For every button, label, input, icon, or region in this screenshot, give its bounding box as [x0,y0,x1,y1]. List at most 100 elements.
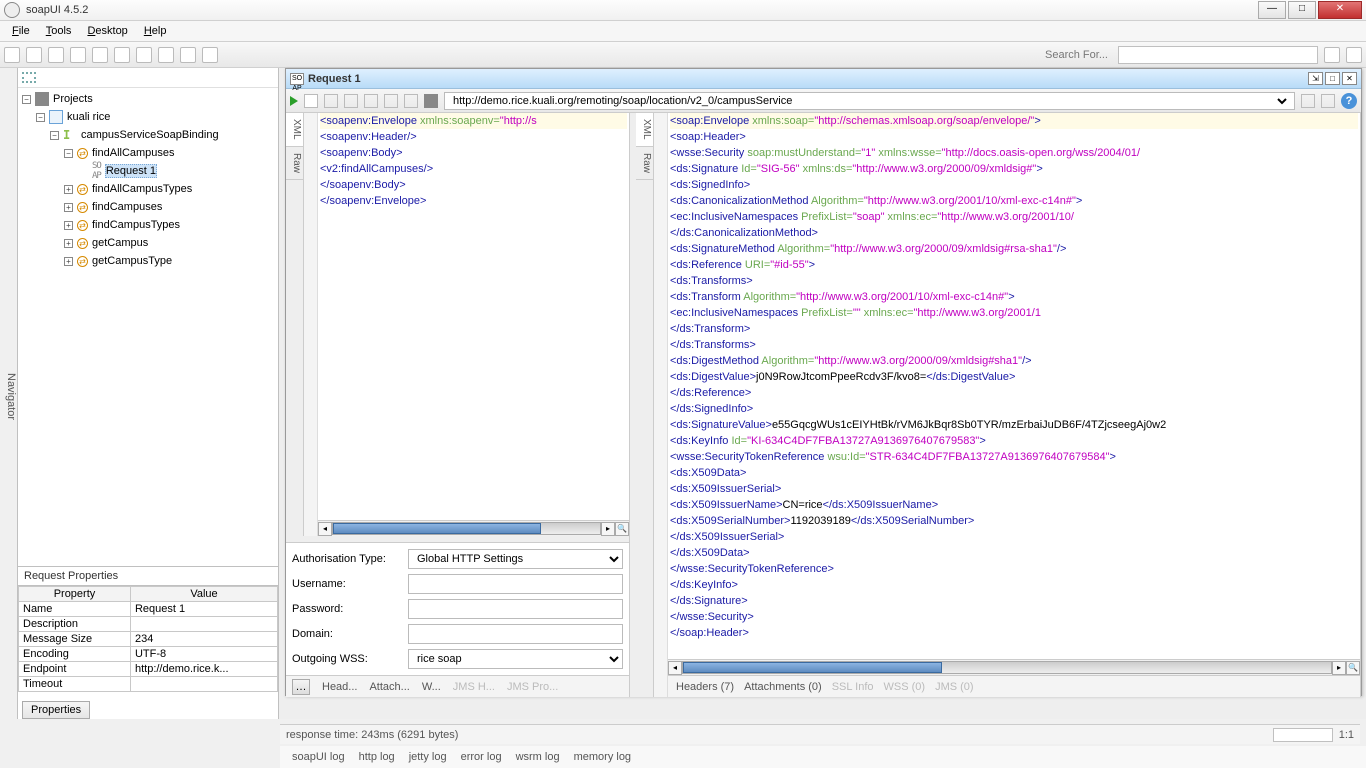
prop-name[interactable]: Description [19,617,131,632]
tree-op-0[interactable]: findAllCampuses [92,147,175,159]
log-tab[interactable]: error log [461,751,502,763]
menu-file[interactable]: File [6,23,36,39]
expand-icon[interactable]: + [64,203,73,212]
response-hscroll[interactable] [682,661,1332,674]
prop-value[interactable] [130,617,277,632]
toolbar-button-8[interactable] [158,47,174,63]
tree-op-3[interactable]: findCampusTypes [92,219,180,231]
prop-name[interactable]: Name [19,602,131,617]
log-tab[interactable]: http log [359,751,395,763]
project-tree[interactable]: −Projects −kuali rice −IcampusServiceSoa… [18,88,278,567]
tab-attachments[interactable]: Attach... [369,681,409,693]
response-tab-xml[interactable]: XML [636,113,653,147]
properties-tab[interactable]: Properties [22,701,90,719]
minimize-button[interactable]: — [1258,1,1286,19]
prop-value[interactable]: UTF-8 [130,647,277,662]
toolbar-button-10[interactable] [202,47,218,63]
close-button[interactable]: ✕ [1318,1,1362,19]
response-editor[interactable]: <soap:Envelope xmlns:soap="http://schema… [668,113,1360,659]
toolbar-button-5[interactable] [92,47,108,63]
prop-name[interactable]: Endpoint [19,662,131,677]
tool-icon-3[interactable] [364,94,378,108]
toolbar-button-2[interactable] [26,47,42,63]
auth-type-select[interactable]: Global HTTP Settings [408,549,623,569]
tab-jms-props[interactable]: JMS Pro... [507,681,558,693]
toolbar-button-4[interactable] [70,47,86,63]
prop-value[interactable]: http://demo.rice.k... [130,662,277,677]
search-go-icon[interactable] [1346,47,1362,63]
toolbar-button-7[interactable] [136,47,152,63]
find-icon[interactable]: 🔍 [615,522,629,536]
menu-help[interactable]: Help [138,23,173,39]
request-tab-xml[interactable]: XML [286,113,303,147]
toolbar-button-3[interactable] [48,47,64,63]
expand-icon[interactable]: − [50,131,59,140]
response-bottom-tab[interactable]: JMS (0) [935,681,974,693]
tree-op-2[interactable]: findCampuses [92,201,162,213]
tab-wsa[interactable]: W... [422,681,441,693]
expand-icon[interactable]: − [36,113,45,122]
maximize-button[interactable]: □ [1288,1,1316,19]
scroll-right-icon[interactable]: ▸ [1332,661,1346,675]
tool-icon-6[interactable] [1301,94,1315,108]
toolbar-button-6[interactable] [114,47,130,63]
request-editor[interactable]: <soapenv:Envelope xmlns:soapenv="http://… [318,113,629,520]
tool-icon-1[interactable] [324,94,338,108]
toolbar-button-9[interactable] [180,47,196,63]
tree-op-4[interactable]: getCampus [92,237,148,249]
log-tab[interactable]: soapUI log [292,751,345,763]
maximize-icon[interactable]: □ [1325,72,1340,85]
request-hscroll[interactable] [332,522,601,535]
log-tab[interactable]: wsrm log [516,751,560,763]
log-tab[interactable]: memory log [574,751,631,763]
prop-value[interactable]: 234 [130,632,277,647]
expand-icon[interactable]: + [64,239,73,248]
prop-value[interactable]: Request 1 [130,602,277,617]
tree-request[interactable]: Request 1 [105,164,157,178]
response-bottom-tab[interactable]: Attachments (0) [744,681,822,693]
expand-icon[interactable]: − [64,149,73,158]
tab-jms-headers[interactable]: JMS H... [453,681,495,693]
submit-button[interactable] [290,96,298,106]
tree-op-1[interactable]: findAllCampusTypes [92,183,192,195]
tree-toolbar-icon[interactable] [22,72,36,83]
restore-icon[interactable]: ⇲ [1308,72,1323,85]
response-bottom-tab[interactable]: WSS (0) [884,681,926,693]
tree-root[interactable]: Projects [53,93,93,105]
response-bottom-tab[interactable]: SSL Info [832,681,874,693]
close-icon[interactable]: ✕ [1342,72,1357,85]
tool-icon-7[interactable] [1321,94,1335,108]
scroll-left-icon[interactable]: ◂ [318,522,332,536]
prop-name[interactable]: Message Size [19,632,131,647]
toolbar-button-1[interactable] [4,47,20,63]
endpoint-url[interactable]: http://demo.rice.kuali.org/remoting/soap… [449,94,1290,108]
tool-icon-4[interactable] [384,94,398,108]
password-input[interactable] [408,599,623,619]
navigator-tab[interactable]: Navigator [0,68,18,719]
tree-op-5[interactable]: getCampusType [92,255,172,267]
stop-icon[interactable] [424,94,438,108]
tool-icon-2[interactable] [344,94,358,108]
expand-auth-icon[interactable]: … [292,679,310,695]
search-input[interactable] [1118,46,1318,64]
response-tab-raw[interactable]: Raw [636,147,653,180]
response-bottom-tab[interactable]: Headers (7) [676,681,734,693]
domain-input[interactable] [408,624,623,644]
menu-desktop[interactable]: Desktop [81,23,133,39]
request-tab-raw[interactable]: Raw [286,147,303,180]
tab-headers[interactable]: Head... [322,681,357,693]
prop-name[interactable]: Encoding [19,647,131,662]
scroll-right-icon[interactable]: ▸ [601,522,615,536]
expand-icon[interactable]: + [64,185,73,194]
find-icon[interactable]: 🔍 [1346,661,1360,675]
tree-project[interactable]: kuali rice [67,111,110,123]
outgoing-wss-select[interactable]: rice soap [408,649,623,669]
prop-value[interactable] [130,677,277,692]
prop-name[interactable]: Timeout [19,677,131,692]
expand-icon[interactable]: + [64,257,73,266]
expand-icon[interactable]: + [64,221,73,230]
expand-icon[interactable]: − [22,95,31,104]
search-options-icon[interactable] [1324,47,1340,63]
log-tab[interactable]: jetty log [409,751,447,763]
username-input[interactable] [408,574,623,594]
